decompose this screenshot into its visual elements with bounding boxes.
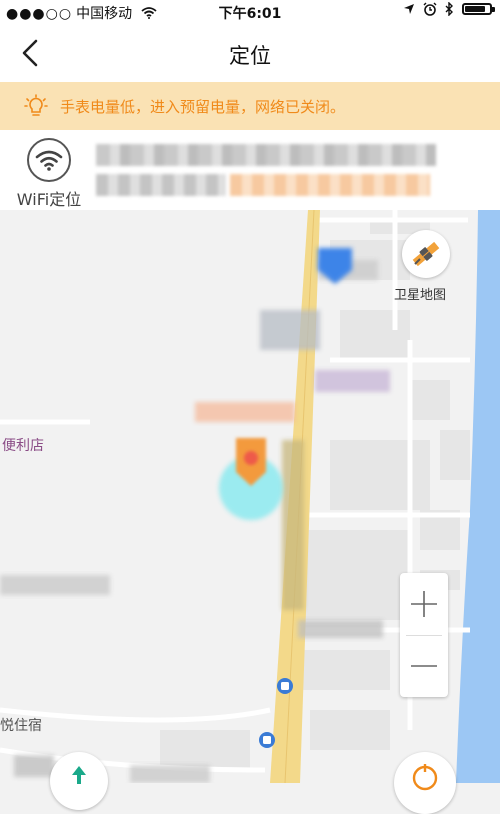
locate-target-icon [412, 764, 438, 791]
satellite-icon [412, 241, 440, 267]
location-info-panel: WiFi定位 [0, 130, 500, 210]
map-label-convenience-store: 便利店 [2, 438, 44, 454]
light-bulb-icon [24, 94, 48, 116]
wifi-icon [35, 150, 63, 171]
satellite-map-button[interactable] [402, 230, 450, 278]
plus-icon [411, 591, 437, 617]
status-bar: ●●●○○ 中国移动 下午6:01 [0, 0, 500, 24]
location-arrow-icon [404, 4, 414, 14]
wifi-locate-indicator: WiFi定位 [10, 138, 88, 210]
alarm-icon [423, 2, 437, 16]
address-detail-blurred [96, 174, 226, 196]
satellite-map-label: 卫星地图 [394, 288, 447, 303]
nav-bar: 定位 [0, 24, 500, 82]
locate-device-button[interactable] [394, 752, 456, 814]
address-time-blurred [230, 174, 430, 196]
bluetooth-icon [445, 2, 453, 16]
status-right-icons [403, 2, 495, 16]
navigate-arrow-icon [72, 766, 86, 784]
wifi-locate-label: WiFi定位 [16, 190, 82, 209]
battery-icon [462, 3, 495, 15]
page-title: 定位 [229, 44, 271, 68]
wifi-circle [27, 138, 71, 182]
zoom-divider [406, 635, 442, 636]
navigate-button[interactable] [50, 752, 108, 810]
minus-icon [411, 665, 437, 667]
low-battery-banner: 手表电量低，进入预留电量，网络已关闭。 [0, 82, 500, 130]
banner-message: 手表电量低，进入预留电量，网络已关闭。 [60, 97, 346, 116]
zoom-out-button[interactable] [400, 635, 448, 697]
zoom-in-button[interactable] [400, 573, 448, 635]
address-line-blurred [96, 144, 436, 166]
zoom-controls [400, 573, 448, 697]
map-label-lodging: 悦住宿 [0, 718, 42, 734]
